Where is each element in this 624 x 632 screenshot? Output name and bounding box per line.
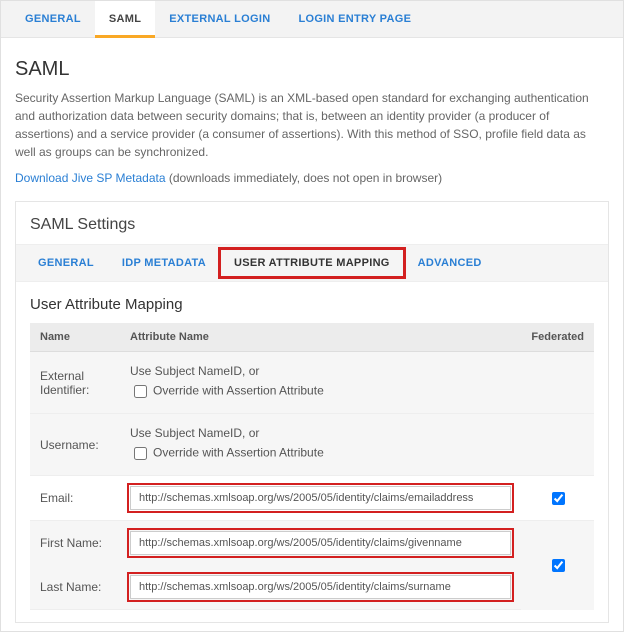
- row-external-identifier: External Identifier: Use Subject NameID,…: [30, 352, 594, 414]
- subtab-advanced[interactable]: ADVANCED: [404, 245, 496, 281]
- label-last-name: Last Name:: [30, 565, 120, 610]
- download-metadata-link[interactable]: Download Jive SP Metadata: [15, 171, 166, 185]
- username-option2: Override with Assertion Attribute: [153, 446, 324, 460]
- row-first-name: First Name:: [30, 521, 594, 566]
- page-title: SAML: [15, 58, 609, 81]
- label-username: Username:: [30, 414, 120, 476]
- saml-settings-panel: SAML Settings GENERAL IDP METADATA USER …: [15, 201, 609, 623]
- subtab-user-attribute-mapping[interactable]: USER ATTRIBUTE MAPPING: [220, 245, 404, 281]
- top-tabs: GENERAL SAML EXTERNAL LOGIN LOGIN ENTRY …: [1, 1, 623, 38]
- subtab-general[interactable]: GENERAL: [24, 245, 108, 281]
- row-last-name: Last Name:: [30, 565, 594, 610]
- download-note: (downloads immediately, does not open in…: [169, 171, 442, 185]
- section-heading: User Attribute Mapping: [30, 296, 594, 313]
- external-id-option2: Override with Assertion Attribute: [153, 384, 324, 398]
- tab-general[interactable]: GENERAL: [11, 1, 95, 37]
- label-email: Email:: [30, 476, 120, 521]
- page-description: Security Assertion Markup Language (SAML…: [15, 89, 609, 161]
- tab-login-entry-page[interactable]: LOGIN ENTRY PAGE: [284, 1, 425, 37]
- row-username: Username: Use Subject NameID, or Overrid…: [30, 414, 594, 476]
- label-external-identifier: External Identifier:: [30, 352, 120, 414]
- email-attribute-input[interactable]: [130, 486, 511, 510]
- label-first-name: First Name:: [30, 521, 120, 566]
- username-option1: Use Subject NameID, or: [130, 424, 511, 442]
- email-federated-checkbox[interactable]: [552, 492, 565, 505]
- last-name-attribute-input[interactable]: [130, 575, 511, 599]
- settings-sub-tabs: GENERAL IDP METADATA USER ATTRIBUTE MAPP…: [16, 244, 608, 282]
- username-override-checkbox[interactable]: [134, 447, 147, 460]
- col-federated: Federated: [521, 323, 594, 352]
- external-id-option1: Use Subject NameID, or: [130, 362, 511, 380]
- tab-saml[interactable]: SAML: [95, 1, 155, 38]
- attribute-mapping-table: Name Attribute Name Federated External I…: [30, 323, 594, 610]
- col-name: Name: [30, 323, 120, 352]
- row-email: Email:: [30, 476, 594, 521]
- col-attribute: Attribute Name: [120, 323, 521, 352]
- settings-title: SAML Settings: [16, 202, 608, 244]
- external-id-override-checkbox[interactable]: [134, 385, 147, 398]
- subtab-idp-metadata[interactable]: IDP METADATA: [108, 245, 220, 281]
- first-name-attribute-input[interactable]: [130, 531, 511, 555]
- tab-external-login[interactable]: EXTERNAL LOGIN: [155, 1, 284, 37]
